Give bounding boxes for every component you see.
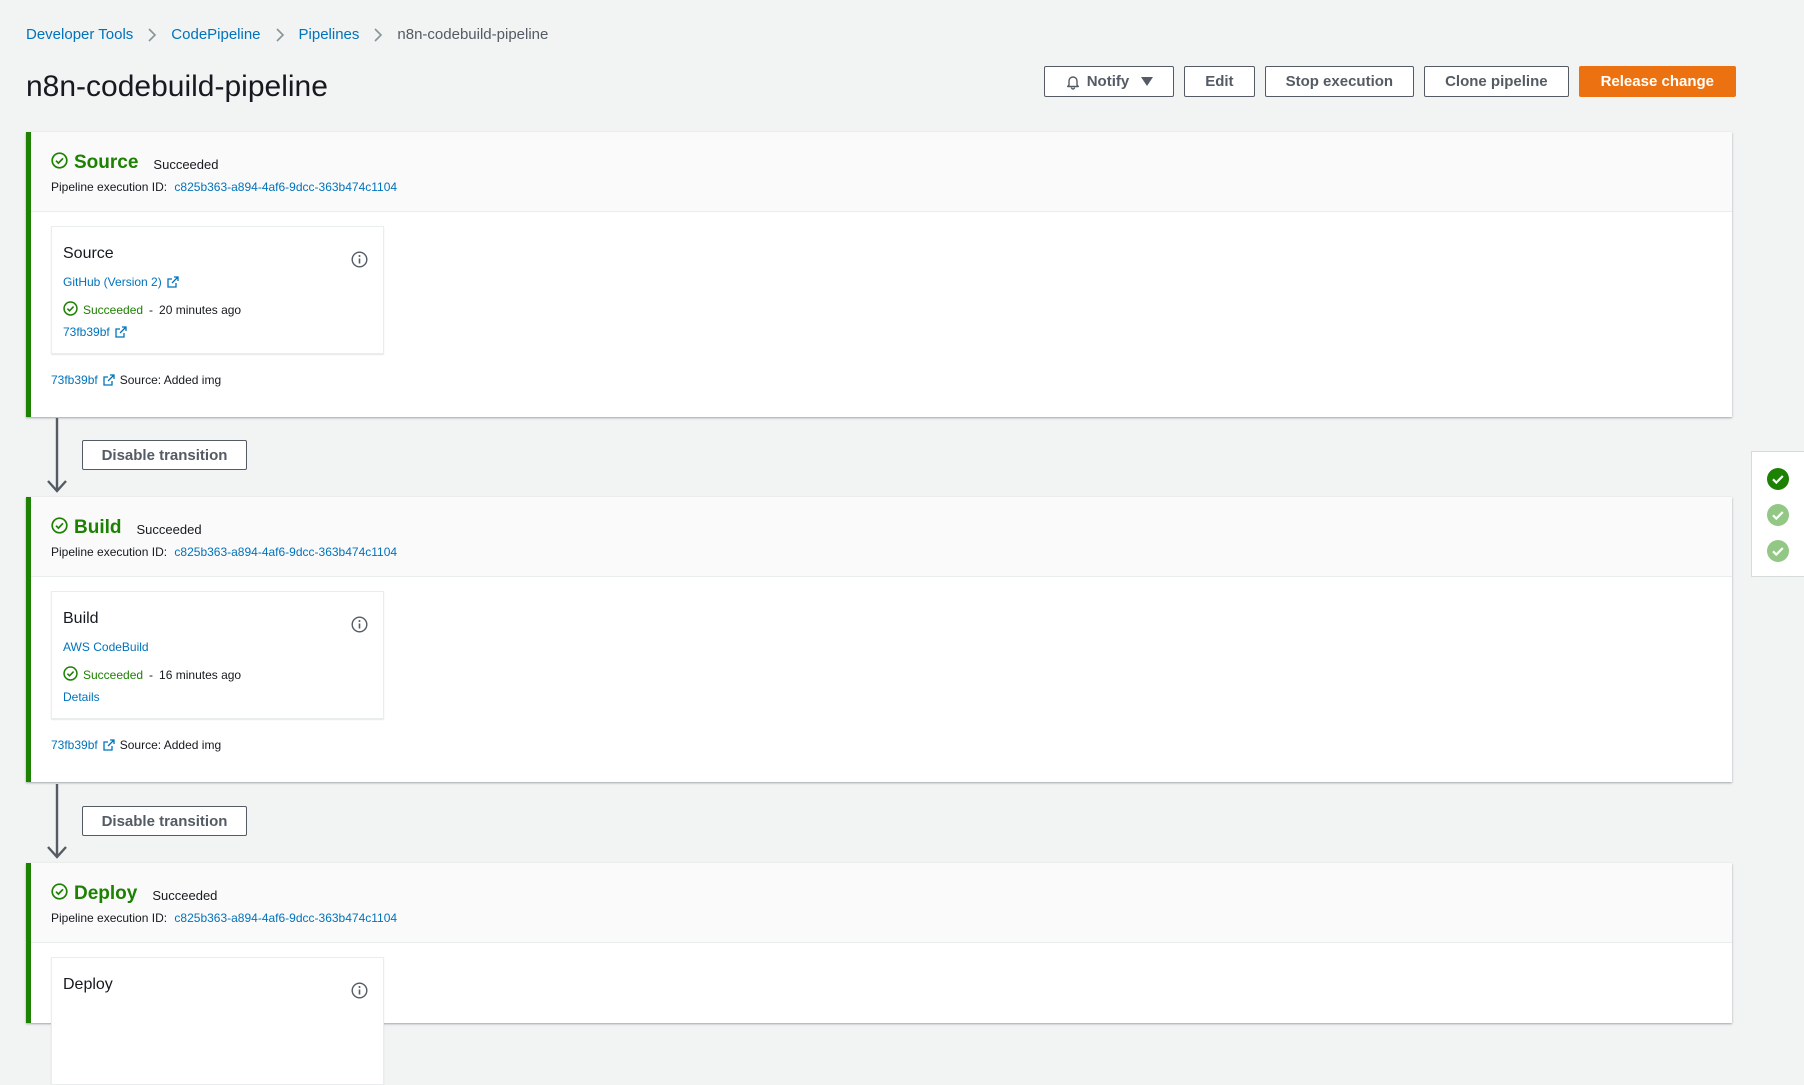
transition-source-build: Disable transition [26, 418, 326, 493]
provider-link[interactable]: AWS CodeBuild [63, 640, 383, 654]
arrow-down-icon [47, 784, 67, 859]
stage-status: Succeeded [152, 888, 218, 903]
execution-id-link[interactable]: c825b363-a894-4af6-9dcc-363b474c1104 [174, 911, 397, 925]
notify-label: Notify [1086, 73, 1130, 90]
execution-id-label: Pipeline execution ID: [51, 180, 168, 194]
stage-status: Succeeded [136, 522, 202, 537]
bell-icon [1065, 74, 1081, 90]
breadcrumb-pipelines[interactable]: Pipelines [299, 26, 360, 43]
separator-dash: - [149, 668, 154, 682]
revision-row: 73fb39bf Source: Added img [51, 738, 1732, 752]
action-time: 16 minutes ago [159, 668, 242, 682]
check-circle-icon [51, 152, 68, 174]
transition-build-deploy: Disable transition [26, 784, 326, 859]
action-time: 20 minutes ago [159, 303, 242, 317]
action-status: Succeeded [83, 668, 144, 682]
stage-name: Deploy [74, 883, 138, 904]
provider-link[interactable]: GitHub (Version 2) [63, 275, 383, 289]
action-card-build: Build AWS CodeBuild Succeeded - 16 minut… [51, 591, 384, 719]
execution-id-label: Pipeline execution ID: [51, 545, 168, 559]
revision-link[interactable]: 73fb39bf [51, 738, 115, 752]
commit-label: 73fb39bf [63, 325, 110, 339]
clone-pipeline-button[interactable]: Clone pipeline [1424, 66, 1569, 97]
chevron-right-icon [275, 27, 285, 42]
stage-status-panel [1751, 451, 1804, 577]
header-actions: Notify Edit Stop execution Clone pipelin… [1043, 66, 1736, 97]
stage-deploy-status-icon[interactable] [1767, 540, 1789, 562]
edit-button[interactable]: Edit [1184, 66, 1255, 97]
revision-id: 73fb39bf [51, 738, 98, 752]
check-circle-icon [51, 883, 68, 905]
arrow-down-icon [47, 418, 67, 493]
stage-header: Source Succeeded Pipeline execution ID: … [31, 132, 1732, 212]
stage-name: Source [74, 152, 139, 173]
execution-id-link[interactable]: c825b363-a894-4af6-9dcc-363b474c1104 [174, 180, 397, 194]
external-link-icon [115, 326, 127, 338]
stage-source-status-icon[interactable] [1767, 468, 1789, 490]
disable-transition-button[interactable]: Disable transition [82, 806, 247, 836]
stage-build-status-icon[interactable] [1767, 504, 1789, 526]
release-change-button[interactable]: Release change [1578, 66, 1736, 97]
external-link-icon [103, 739, 115, 751]
page-title: n8n-codebuild-pipeline [26, 70, 328, 103]
check-circle-icon [63, 301, 78, 319]
stage-name: Build [74, 517, 122, 538]
breadcrumb-current: n8n-codebuild-pipeline [397, 26, 549, 43]
external-link-icon [167, 276, 179, 288]
stage-header: Build Succeeded Pipeline execution ID: c… [31, 497, 1732, 577]
action-card-source: Source GitHub (Version 2) Succeeded - 20… [51, 226, 384, 354]
info-circle-icon[interactable] [351, 251, 368, 268]
execution-id-link[interactable]: c825b363-a894-4af6-9dcc-363b474c1104 [174, 545, 397, 559]
stage-status: Succeeded [153, 157, 219, 172]
action-name: Deploy [63, 976, 113, 993]
stop-execution-button[interactable]: Stop execution [1264, 66, 1415, 97]
revision-description: Source: Added img [119, 738, 222, 752]
breadcrumb: Developer Tools CodePipeline Pipelines n… [26, 26, 548, 43]
stage-source: Source Succeeded Pipeline execution ID: … [26, 132, 1732, 417]
stage-build: Build Succeeded Pipeline execution ID: c… [26, 497, 1732, 782]
chevron-right-icon [147, 27, 157, 42]
info-circle-icon[interactable] [351, 616, 368, 633]
revision-link[interactable]: 73fb39bf [51, 373, 115, 387]
stage-deploy: Deploy Succeeded Pipeline execution ID: … [26, 863, 1732, 1085]
info-circle-icon[interactable] [351, 982, 368, 999]
action-name: Source [63, 245, 114, 262]
stage-header: Deploy Succeeded Pipeline execution ID: … [31, 863, 1732, 943]
chevron-right-icon [373, 27, 383, 42]
disable-transition-button[interactable]: Disable transition [82, 440, 247, 470]
notify-button[interactable]: Notify [1043, 66, 1175, 97]
action-status: Succeeded [83, 303, 144, 317]
details-label: Details [63, 690, 100, 704]
details-link[interactable]: Details [63, 690, 383, 704]
breadcrumb-developer-tools[interactable]: Developer Tools [26, 26, 133, 43]
provider-label: GitHub (Version 2) [63, 275, 162, 289]
caret-down-icon [1141, 76, 1154, 87]
execution-id-label: Pipeline execution ID: [51, 911, 168, 925]
commit-link[interactable]: 73fb39bf [63, 325, 383, 339]
check-circle-icon [51, 517, 68, 539]
revision-id: 73fb39bf [51, 373, 98, 387]
separator-dash: - [149, 303, 154, 317]
action-name: Build [63, 610, 99, 627]
check-circle-icon [63, 666, 78, 684]
action-card-deploy: Deploy [51, 957, 384, 1085]
revision-description: Source: Added img [119, 373, 222, 387]
breadcrumb-codepipeline[interactable]: CodePipeline [171, 26, 260, 43]
provider-label: AWS CodeBuild [63, 640, 149, 654]
external-link-icon [103, 374, 115, 386]
revision-row: 73fb39bf Source: Added img [51, 373, 1732, 387]
